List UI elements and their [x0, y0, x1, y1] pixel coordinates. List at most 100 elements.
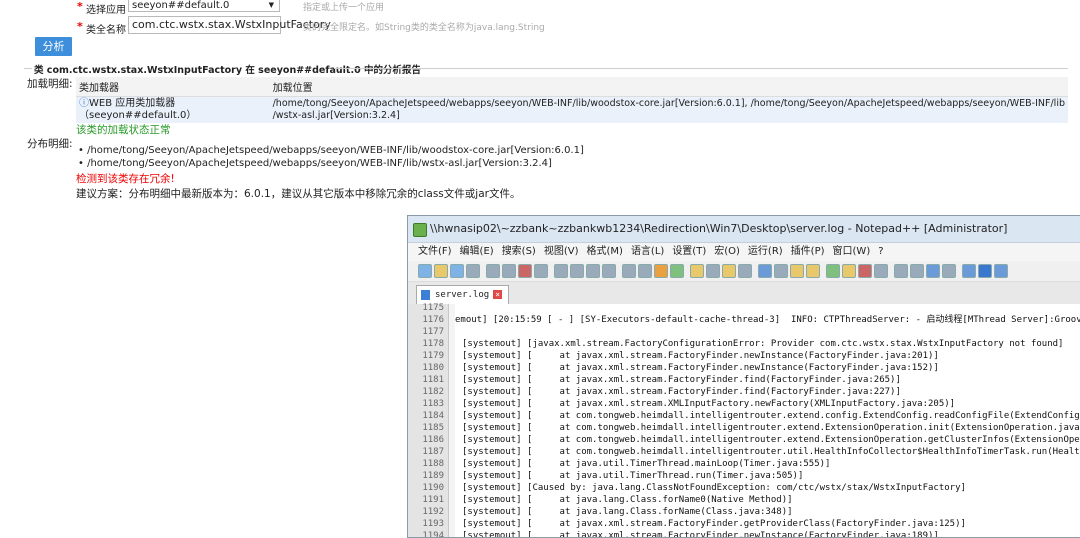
line-number: 1182 [422, 387, 444, 397]
code-line: 1178 [systemout] [javax.xml.stream.Factor… [408, 338, 1080, 350]
toolbar-button-icon[interactable] [978, 264, 992, 278]
class-name-input[interactable]: com.ctc.wstx.stax.WstxInputFactory [128, 16, 331, 34]
toolbar-button-icon[interactable] [654, 264, 668, 278]
toolbar-button-icon[interactable] [450, 264, 464, 278]
menu-item[interactable]: 文件(F) [418, 246, 452, 257]
menu-item[interactable]: 宏(O) [714, 246, 740, 257]
line-text: [systemout] [ at java.lang.Class.forName… [462, 495, 793, 505]
toolbar-button-icon[interactable] [554, 264, 568, 278]
code-line: 1188 [systemout] [ at java.util.TimerThre… [408, 458, 1080, 470]
menu-item[interactable]: 编辑(E) [460, 246, 494, 257]
line-number: 1185 [422, 423, 444, 433]
code-line: 1181 [systemout] [ at javax.xml.stream.Fa… [408, 374, 1080, 386]
toolbar-button-icon[interactable] [994, 264, 1008, 278]
code-line: 1187 [systemout] [ at com.tongweb.heimdal… [408, 446, 1080, 458]
toolbar-button-icon[interactable] [638, 264, 652, 278]
loader-name: WEB 应用类加载器（seeyon##default.0） [79, 98, 197, 121]
toolbar-button-icon[interactable] [942, 264, 956, 278]
load-detail-label: 加载明细: [27, 78, 73, 90]
toolbar-button-icon[interactable] [826, 264, 840, 278]
toolbar-button-icon[interactable] [758, 264, 772, 278]
toolbar-button-icon[interactable] [466, 264, 480, 278]
toolbar-button-icon[interactable] [534, 264, 548, 278]
menu-item[interactable]: 窗口(W) [833, 246, 871, 257]
code-line: 1186 [systemout] [ at com.tongweb.heimdal… [408, 434, 1080, 446]
toolbar-button-icon[interactable] [602, 264, 616, 278]
app-hint: 指定或上传一个应用 [303, 3, 385, 13]
toolbar-button-icon[interactable] [722, 264, 736, 278]
menu-item[interactable]: 插件(P) [791, 246, 825, 257]
toolbar-button-icon[interactable] [706, 264, 720, 278]
toolbar-button-icon[interactable] [858, 264, 872, 278]
menu-item[interactable]: 语言(L) [631, 246, 664, 257]
line-text: [systemout] [ at com.tongweb.heimdall.in… [462, 435, 1080, 445]
toolbar-button-icon[interactable] [622, 264, 636, 278]
toolbar-button-icon[interactable] [842, 264, 856, 278]
toolbar-button-icon[interactable] [926, 264, 940, 278]
required-mark: * [77, 20, 83, 33]
code-line: 1183 [systemout] [ at javax.xml.stream.XM… [408, 398, 1080, 410]
window-titlebar[interactable]: \\hwnasip02\~zzbank~zzbankwb1234\Redirec… [408, 216, 1080, 243]
toolbar-button-icon[interactable] [586, 264, 600, 278]
toolbar-button-icon[interactable] [894, 264, 908, 278]
line-text: emout] [20:15:59 [ - ] [SY-Executors-def… [455, 315, 1080, 325]
line-number: 1193 [422, 519, 444, 529]
load-status: 该类的加载状态正常 [76, 124, 171, 136]
chevron-down-icon: ▼ [268, 1, 274, 9]
toolbar-button-icon[interactable] [570, 264, 584, 278]
line-text: [systemout] [ at com.tongweb.heimdall.in… [462, 423, 1080, 433]
close-tab-icon[interactable]: × [493, 290, 503, 299]
list-item: • /home/tong/Seeyon/ApacheJetspeed/webap… [78, 145, 584, 156]
toolbar-button-icon[interactable] [790, 264, 804, 278]
line-text: [systemout] [ at java.util.TimerThread.m… [462, 459, 831, 469]
toolbar-button-icon[interactable] [670, 264, 684, 278]
line-text: [systemout] [ at javax.xml.stream.Factor… [462, 363, 939, 373]
app-select-value: seeyon##default.0 [132, 0, 230, 11]
line-text: [systemout] [ at com.tongweb.heimdall.in… [462, 411, 1080, 421]
toolbar-button-icon[interactable] [806, 264, 820, 278]
dist-list: • /home/tong/Seeyon/ApacheJetspeed/webap… [78, 144, 584, 170]
toolbar-button-icon[interactable] [874, 264, 888, 278]
toolbar-button-icon[interactable] [434, 264, 448, 278]
class-name-value: com.ctc.wstx.stax.WstxInputFactory [132, 18, 331, 31]
menu-item[interactable]: 搜索(S) [502, 246, 536, 257]
toolbar-button-icon[interactable] [502, 264, 516, 278]
toolbar-button-icon[interactable] [518, 264, 532, 278]
code-line: 1194 [systemout] [ at javax.xml.stream.Fa… [408, 530, 1080, 538]
line-number: 1194 [422, 531, 444, 538]
toolbar-button-icon[interactable] [774, 264, 788, 278]
divider [24, 68, 32, 69]
line-text: [systemout] [ at javax.xml.stream.Factor… [462, 351, 939, 361]
menu-item[interactable]: 格式(M) [587, 246, 623, 257]
dist-path: /home/tong/Seeyon/ApacheJetspeed/webapps… [87, 158, 552, 169]
toolbar-button-icon[interactable] [690, 264, 704, 278]
app-select[interactable]: seeyon##default.0 ▼ [128, 0, 280, 12]
code-line: 1191 [systemout] [ at java.lang.Class.for… [408, 494, 1080, 506]
menu-item[interactable]: ? [878, 246, 883, 257]
toolbar-button-icon[interactable] [738, 264, 752, 278]
toolbar-button-icon[interactable] [486, 264, 500, 278]
line-number: 1190 [422, 483, 444, 493]
menu-bar: 文件(F) 编辑(E) 搜索(S) 视图(V) 格式(M) 语言(L) 设置(T) 宏(O) 运… [408, 243, 1080, 261]
code-line: 1193 [systemout] [ at javax.xml.stream.Fa… [408, 518, 1080, 530]
menu-item[interactable]: 运行(R) [748, 246, 783, 257]
load-table: 类加载器 加载位置 ⓘWEB 应用类加载器（seeyon##default.0）… [76, 77, 1068, 123]
code-line: 1180 [systemout] [ at javax.xml.stream.Fa… [408, 362, 1080, 374]
tab-label: server.log [435, 290, 490, 300]
line-number: 1179 [422, 351, 444, 361]
analyze-button[interactable]: 分析 [35, 37, 72, 56]
menu-item[interactable]: 视图(V) [544, 246, 579, 257]
notepad-app-icon [413, 223, 427, 237]
toolbar-button-icon[interactable] [418, 264, 432, 278]
editor[interactable]: 1175 1176 emout] [20:15:59 [ - ] [SY-Execu… [408, 302, 1080, 538]
table-header-row: 类加载器 加载位置 [76, 77, 1068, 97]
list-item: • /home/tong/Seeyon/ApacheJetspeed/webap… [78, 158, 552, 169]
divider [334, 68, 1068, 69]
line-number: 1180 [422, 363, 444, 373]
toolbar-button-icon[interactable] [962, 264, 976, 278]
notepad-window: \\hwnasip02\~zzbank~zzbankwb1234\Redirec… [407, 215, 1080, 538]
report-title: 类 com.ctc.wstx.stax.WstxInputFactory 在 s… [34, 65, 421, 76]
code-line: 1175 [408, 302, 1080, 314]
menu-item[interactable]: 设置(T) [672, 246, 706, 257]
toolbar-button-icon[interactable] [910, 264, 924, 278]
